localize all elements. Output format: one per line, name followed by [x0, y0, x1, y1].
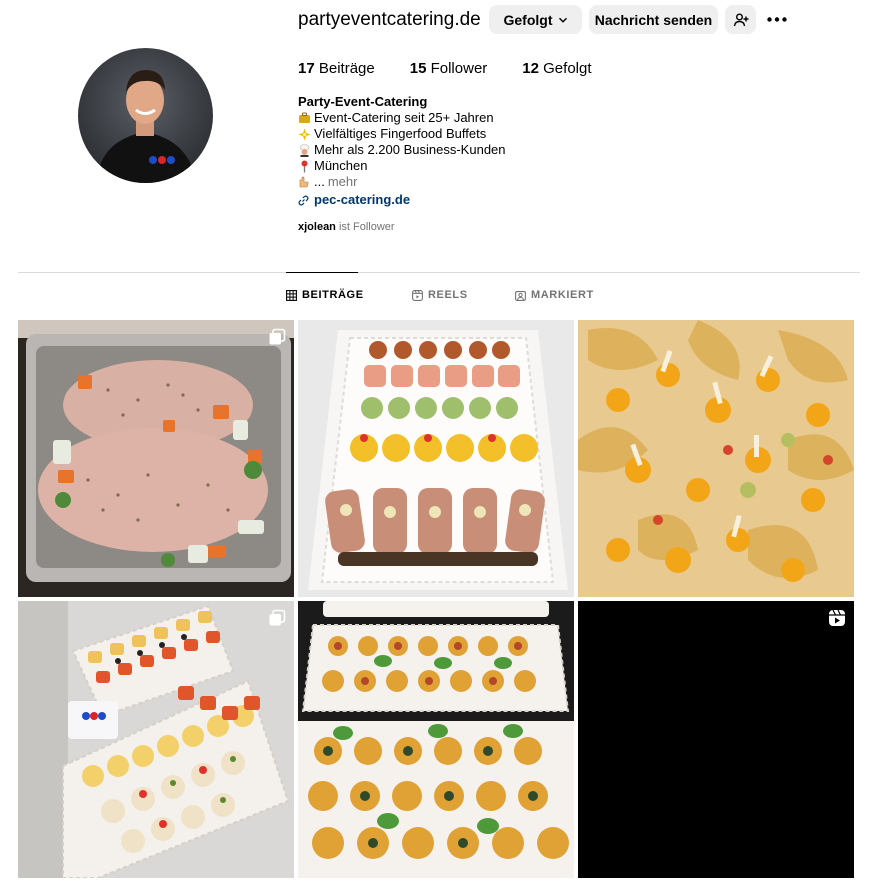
roast-tray-photo [18, 320, 294, 597]
bio-line-text: München [314, 158, 368, 173]
reel-thumbnail [578, 601, 854, 878]
send-message-button[interactable]: Nachricht senden [589, 5, 718, 34]
chevron-down-icon [558, 17, 567, 23]
tagged-icon [515, 290, 526, 301]
tab-tagged-label: MARKIERT [531, 289, 594, 301]
followed-by-user: xjolean [298, 221, 336, 233]
post-tile-canapes[interactable] [298, 320, 574, 597]
stat-posts-count: 17 [298, 60, 315, 77]
tab-reels[interactable]: REELS [412, 289, 468, 301]
reel-icon [829, 609, 845, 626]
following-button[interactable]: Gefolgt [489, 5, 582, 34]
bio-line: ... mehr [298, 174, 506, 190]
profile-tabs: BEITRÄGE REELS MARKIERT [0, 289, 871, 305]
bio-line: Event-Catering seit 25+ Jahren [298, 110, 506, 126]
stat-followers-count: 15 [409, 60, 427, 77]
stat-following[interactable]: 12 Gefolgt [522, 60, 591, 78]
stat-following-label: Gefolgt [543, 60, 592, 77]
canape-platter-photo [298, 320, 574, 597]
bio-line: München [298, 158, 506, 174]
more-dots-icon [767, 16, 787, 22]
post-tile-physalis[interactable] [578, 320, 854, 597]
link-icon [298, 194, 309, 206]
profile-avatar[interactable] [78, 48, 213, 183]
bio-line-text: ... [314, 174, 325, 189]
stat-followers-label: Follower [430, 60, 488, 77]
profile-bio: Party-Event-Catering Event-Catering seit… [298, 94, 506, 208]
finger-food-trays-photo [18, 601, 294, 878]
bio-name: Party-Event-Catering [298, 94, 428, 109]
bio-line-text: Event-Catering seit 25+ Jahren [314, 110, 494, 125]
profile-username: partyeventcatering.de [298, 9, 481, 30]
chef-emoji-icon [298, 143, 311, 157]
stat-posts-label: Beiträge [318, 60, 375, 77]
post-tile-reel[interactable] [578, 601, 854, 878]
reels-icon [412, 289, 423, 301]
post-tile-fingerfood[interactable] [18, 601, 294, 878]
stat-following-count: 12 [522, 60, 539, 77]
bio-more-link[interactable]: mehr [328, 174, 358, 190]
pin-emoji-icon [298, 160, 311, 173]
bio-line: Vielfältiges Fingerfood Buffets [298, 126, 506, 142]
stat-posts: 17 Beiträge [298, 60, 375, 78]
following-button-label: Gefolgt [503, 11, 553, 28]
physalis-skewers-photo [578, 320, 854, 597]
post-tile-roast[interactable] [18, 320, 294, 597]
tab-tagged[interactable]: MARKIERT [515, 289, 594, 301]
active-tab-indicator [286, 272, 358, 273]
briefcase-emoji-icon [298, 112, 311, 125]
stat-followers[interactable]: 15 Follower [410, 60, 488, 78]
pointing-hand-emoji-icon [298, 176, 311, 189]
section-divider [18, 272, 860, 273]
carousel-icon [269, 609, 286, 626]
post-tile-pastry[interactable] [298, 601, 574, 878]
followed-by-text[interactable]: xjolean ist Follower [298, 221, 395, 233]
sparkle-emoji-icon [298, 128, 311, 141]
bio-line-text: Mehr als 2.200 Business-Kunden [314, 142, 506, 157]
more-options-button[interactable] [766, 12, 788, 26]
tab-reels-label: REELS [428, 289, 468, 301]
bio-line: Mehr als 2.200 Business-Kunden [298, 142, 506, 158]
bio-line-text: Vielfältiges Fingerfood Buffets [314, 126, 487, 141]
website-link[interactable]: pec-catering.de [298, 192, 506, 208]
followed-by-label: ist Follower [338, 221, 395, 233]
carousel-icon [269, 328, 286, 345]
add-user-icon [733, 13, 748, 26]
puff-pastry-photo [298, 601, 574, 878]
profile-stats: 17 Beiträge 15 Follower 12 Gefolgt [298, 60, 627, 78]
tab-posts[interactable]: BEITRÄGE [286, 289, 364, 301]
suggest-user-button[interactable] [725, 5, 756, 34]
website-link-text: pec-catering.de [314, 192, 411, 207]
grid-icon [286, 289, 297, 301]
avatar-image [78, 48, 213, 183]
tab-posts-label: BEITRÄGE [302, 289, 364, 301]
